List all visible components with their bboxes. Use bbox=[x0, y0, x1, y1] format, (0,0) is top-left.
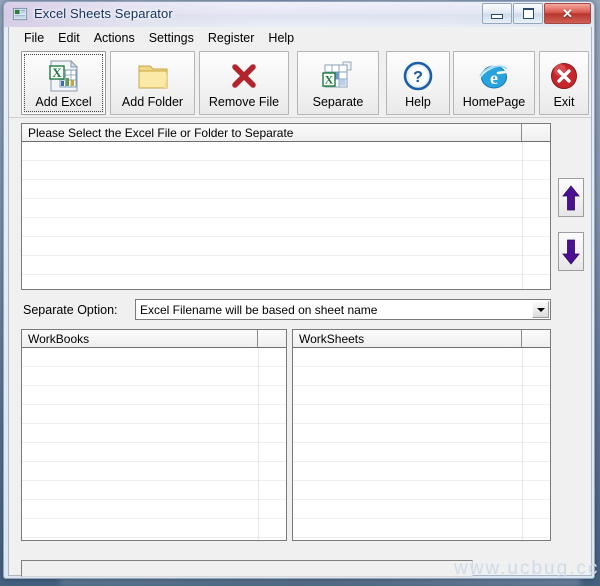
menu-item-help[interactable]: Help bbox=[261, 29, 301, 47]
exit-label: Exit bbox=[553, 95, 575, 109]
svg-text:X: X bbox=[325, 73, 334, 87]
menu-item-actions[interactable]: Actions bbox=[87, 29, 142, 47]
file-list[interactable]: Please Select the Excel File or Folder t… bbox=[21, 123, 551, 290]
separate-option-dropdown[interactable]: Excel Filename will be based on sheet na… bbox=[135, 299, 551, 320]
caption-button-group: ✕ bbox=[481, 3, 591, 24]
file-list-header: Please Select the Excel File or Folder t… bbox=[22, 124, 550, 142]
svg-text:e: e bbox=[490, 68, 498, 88]
separate-label: Separate bbox=[312, 95, 364, 109]
toolbar: X Add Excel Add Folder Remove File X Sep… bbox=[9, 48, 591, 118]
maximize-button[interactable] bbox=[513, 3, 543, 24]
minimize-button[interactable] bbox=[482, 3, 512, 24]
application-window: Excel Sheets Separator ✕ File Edit Actio… bbox=[3, 1, 595, 579]
close-button[interactable]: ✕ bbox=[544, 3, 591, 24]
worksheets-header: WorkSheets bbox=[293, 330, 550, 348]
svg-text:?: ? bbox=[413, 69, 423, 86]
maximize-icon bbox=[514, 4, 542, 23]
move-up-arrow bbox=[562, 184, 580, 210]
excel-document-icon: X bbox=[48, 59, 78, 92]
worksheets-column-header-1[interactable] bbox=[522, 330, 550, 347]
question-mark-icon: ? bbox=[403, 61, 433, 91]
add-excel-button[interactable]: X Add Excel bbox=[21, 51, 106, 115]
add-folder-label: Add Folder bbox=[121, 95, 184, 109]
workbooks-list[interactable]: WorkBooks bbox=[21, 329, 287, 541]
chevron-down-icon bbox=[536, 307, 545, 312]
excel-sheets-separator-icon bbox=[13, 7, 28, 21]
separate-button[interactable]: X Separate bbox=[297, 51, 379, 115]
help-button[interactable]: ? Help bbox=[386, 51, 450, 115]
workbooks-body[interactable] bbox=[22, 348, 286, 540]
window-title: Excel Sheets Separator bbox=[34, 6, 173, 21]
menu-item-edit[interactable]: Edit bbox=[51, 29, 87, 47]
workbooks-column-header-0[interactable]: WorkBooks bbox=[22, 330, 258, 347]
folder-icon bbox=[138, 65, 167, 89]
menu-item-file[interactable]: File bbox=[17, 29, 51, 47]
dropdown-toggle[interactable] bbox=[532, 301, 549, 318]
worksheets-list[interactable]: WorkSheets bbox=[292, 329, 551, 541]
move-down-button[interactable] bbox=[558, 232, 584, 271]
homepage-button[interactable]: e HomePage bbox=[453, 51, 535, 115]
title-bar: Excel Sheets Separator ✕ bbox=[4, 2, 594, 27]
menu-item-settings[interactable]: Settings bbox=[142, 29, 201, 47]
close-icon: ✕ bbox=[562, 5, 573, 21]
client-area: File Edit Actions Settings Register Help bbox=[8, 27, 592, 577]
file-list-column-header-0[interactable]: Please Select the Excel File or Folder t… bbox=[22, 124, 522, 141]
separate-option-value: Excel Filename will be based on sheet na… bbox=[140, 303, 378, 317]
remove-file-label: Remove File bbox=[208, 95, 280, 109]
worksheets-body[interactable] bbox=[293, 348, 550, 540]
add-excel-label: Add Excel bbox=[35, 95, 92, 109]
worksheets-column-header-0[interactable]: WorkSheets bbox=[293, 330, 522, 347]
excel-split-icon: X bbox=[322, 61, 352, 88]
svg-text:X: X bbox=[52, 65, 62, 80]
red-x-icon bbox=[232, 64, 256, 88]
add-folder-button[interactable]: Add Folder bbox=[110, 51, 195, 115]
file-list-column-divider bbox=[522, 142, 523, 289]
menu-item-register[interactable]: Register bbox=[201, 29, 262, 47]
move-up-button[interactable] bbox=[558, 178, 584, 217]
menu-bar: File Edit Actions Settings Register Help bbox=[9, 27, 591, 48]
minimize-icon bbox=[483, 4, 511, 23]
separate-option-label: Separate Option: bbox=[23, 303, 118, 317]
remove-file-button[interactable]: Remove File bbox=[199, 51, 289, 115]
file-list-body[interactable] bbox=[22, 142, 550, 289]
file-list-column-header-1[interactable] bbox=[522, 124, 550, 141]
internet-explorer-icon: e bbox=[477, 64, 511, 89]
worksheets-column-divider bbox=[522, 348, 523, 540]
move-down-arrow bbox=[562, 239, 580, 265]
help-label: Help bbox=[405, 95, 431, 109]
exit-button[interactable]: Exit bbox=[539, 51, 589, 115]
workbooks-column-divider bbox=[258, 348, 259, 540]
status-field bbox=[21, 560, 473, 577]
workbooks-column-header-1[interactable] bbox=[258, 330, 286, 347]
red-circle-x-icon bbox=[551, 63, 577, 89]
workbooks-header: WorkBooks bbox=[22, 330, 286, 348]
homepage-label: HomePage bbox=[462, 95, 526, 109]
separate-option-row: Separate Option: Excel Filename will be … bbox=[21, 299, 551, 323]
